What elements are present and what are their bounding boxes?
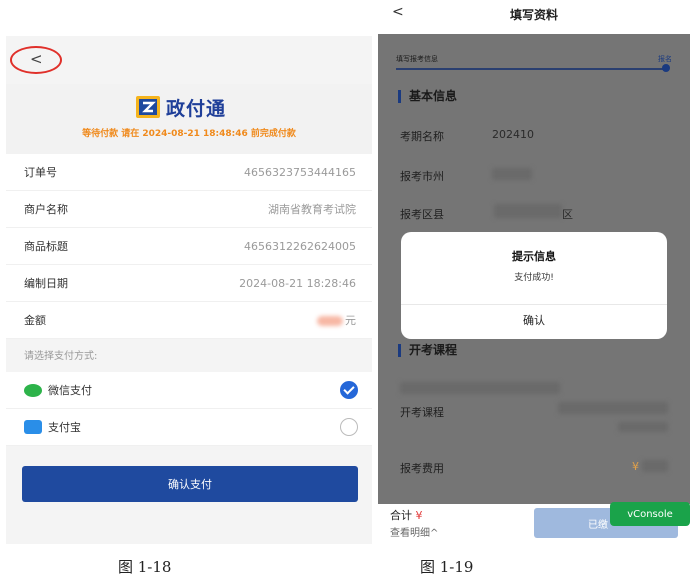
product-title-row: 商品标题 4656312262624005 — [6, 228, 372, 265]
exam-name-label: 考期名称 — [400, 130, 444, 143]
row-label: 金额 — [24, 314, 46, 327]
payment-option-label: 微信支付 — [48, 384, 92, 397]
progress-marker — [662, 64, 670, 72]
row-label: 编制日期 — [24, 277, 68, 290]
back-highlight-circle: < — [10, 46, 62, 74]
row-value: 4656312262624005 — [244, 239, 356, 253]
payment-option-alipay[interactable]: 支付宝 — [6, 409, 372, 446]
dialog-title: 提示信息 — [512, 250, 556, 263]
back-button[interactable]: < — [30, 50, 43, 68]
district-suffix: 区 — [562, 208, 573, 221]
form-screen-dimmed: 填写报考信息 报名 基本信息 考期名称 202410 报考市州 报考区县 区 开… — [378, 34, 690, 504]
payment-deadline-notice: 等待付款 请在 2024-08-21 18:48:46 前完成付款 — [82, 129, 296, 139]
total-currency: ¥ — [415, 509, 423, 522]
redacted-course-extra — [618, 422, 668, 432]
page-title: 填写资料 — [509, 8, 558, 22]
dialog-message: 支付成功! — [514, 273, 554, 283]
merchant-row: 商户名称 湖南省教育考试院 — [6, 191, 372, 228]
view-details-link[interactable]: 查看明细^ — [390, 524, 438, 539]
fee-currency: ¥ — [632, 460, 639, 473]
radio-unselected[interactable] — [340, 418, 358, 436]
redacted-district — [494, 204, 562, 218]
payment-option-wechat[interactable]: 微信支付 — [6, 372, 372, 409]
order-details: 订单号 4656323753444165 商户名称 湖南省教育考试院 商品标题 … — [6, 154, 372, 339]
order-row: 订单号 4656323753444165 — [6, 154, 372, 191]
row-label: 商户名称 — [24, 203, 68, 216]
zhengfutong-logo-icon — [136, 96, 160, 118]
redacted-fee — [642, 460, 668, 472]
vconsole-button[interactable]: vConsole — [610, 502, 690, 526]
alert-dialog: 提示信息 支付成功! 确认 — [401, 232, 667, 339]
brand-name: 政付通 — [166, 98, 227, 120]
payment-methods: 微信支付 支付宝 — [6, 372, 372, 446]
alipay-icon — [24, 420, 42, 434]
section-courses: 开考课程 — [398, 344, 457, 357]
row-value: 元 — [317, 312, 356, 328]
wechat-icon — [24, 383, 42, 397]
figure-caption-right: 图 1-19 — [420, 558, 474, 576]
progress-bar — [396, 68, 666, 70]
payment-option-label: 支付宝 — [48, 421, 81, 434]
radio-selected[interactable] — [340, 381, 358, 399]
dialog-divider — [401, 304, 667, 305]
course-label: 开考课程 — [400, 406, 444, 419]
section-basic-info: 基本信息 — [398, 90, 457, 103]
amount-row: 金额 元 — [6, 302, 372, 339]
payment-method-header: 请选择支付方式: — [6, 342, 372, 372]
fee-label: 报考费用 — [400, 462, 444, 475]
dialog-confirm-button[interactable]: 确认 — [401, 312, 667, 328]
total-label: 合计 ¥ — [390, 507, 423, 523]
confirm-payment-button[interactable]: 确认支付 — [22, 466, 358, 502]
progress-end-label: 报名 — [658, 55, 672, 63]
row-value: 2024-08-21 18:28:46 — [239, 276, 356, 290]
row-label: 商品标题 — [24, 240, 68, 253]
redacted-amount — [317, 316, 343, 326]
redacted-city — [492, 168, 532, 180]
district-label: 报考区县 — [400, 208, 444, 221]
row-value: 湖南省教育考试院 — [268, 203, 356, 216]
brand-banner: 政付通 等待付款 请在 2024-08-21 18:48:46 前完成付款 — [6, 84, 372, 154]
date-row: 编制日期 2024-08-21 18:28:46 — [6, 265, 372, 302]
progress-step-label: 填写报考信息 — [396, 55, 438, 63]
city-label: 报考市州 — [400, 170, 444, 183]
total-text: 合计 — [390, 509, 412, 522]
row-value: 4656323753444165 — [244, 165, 356, 179]
redacted-course-value — [558, 402, 668, 414]
form-header: < 填写资料 — [378, 0, 690, 34]
payment-screen: < 政付通 等待付款 请在 2024-08-21 18:48:46 前完成付款 … — [6, 36, 372, 544]
figure-caption-left: 图 1-18 — [118, 558, 172, 576]
row-label: 订单号 — [24, 166, 57, 179]
currency-unit: 元 — [345, 314, 356, 327]
redacted-course-list — [400, 382, 560, 394]
exam-name-value: 202410 — [492, 128, 534, 141]
